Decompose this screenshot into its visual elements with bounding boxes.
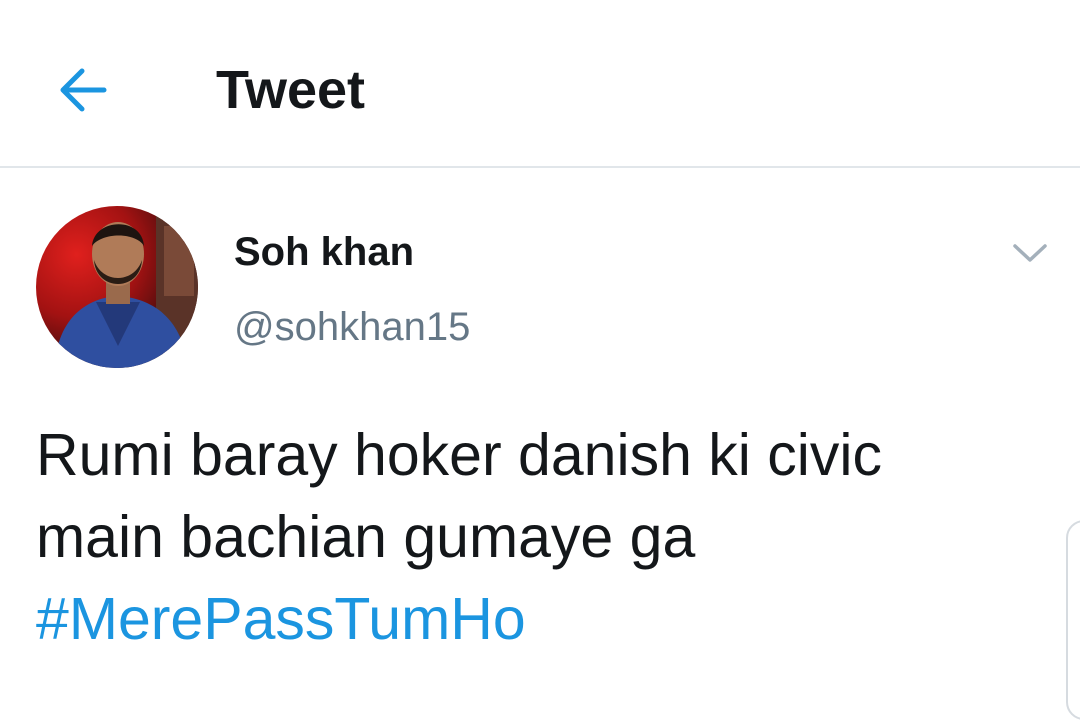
- arrow-left-icon: [60, 68, 107, 112]
- top-app-bar: Tweet: [0, 0, 1080, 168]
- page-title: Tweet: [216, 60, 366, 120]
- hashtag-link[interactable]: #MerePassTumHo: [36, 578, 1036, 660]
- avatar[interactable]: [36, 206, 198, 368]
- tweet-menu-button[interactable]: [1008, 232, 1052, 272]
- edge-card: [1066, 520, 1080, 720]
- tweet-text-line: Rumi baray hoker danish ki civic: [36, 422, 882, 488]
- chevron-down-icon: [1013, 244, 1047, 262]
- author-handle[interactable]: @sohkhan15: [234, 301, 470, 353]
- back-button[interactable]: [52, 58, 116, 122]
- avatar-photo: [36, 206, 198, 368]
- tweet-text: Rumi baray hoker danish ki civic main ba…: [36, 414, 1036, 660]
- author-name[interactable]: Soh khan: [234, 226, 414, 278]
- tweet-text-line: main bachian gumaye ga: [36, 504, 696, 570]
